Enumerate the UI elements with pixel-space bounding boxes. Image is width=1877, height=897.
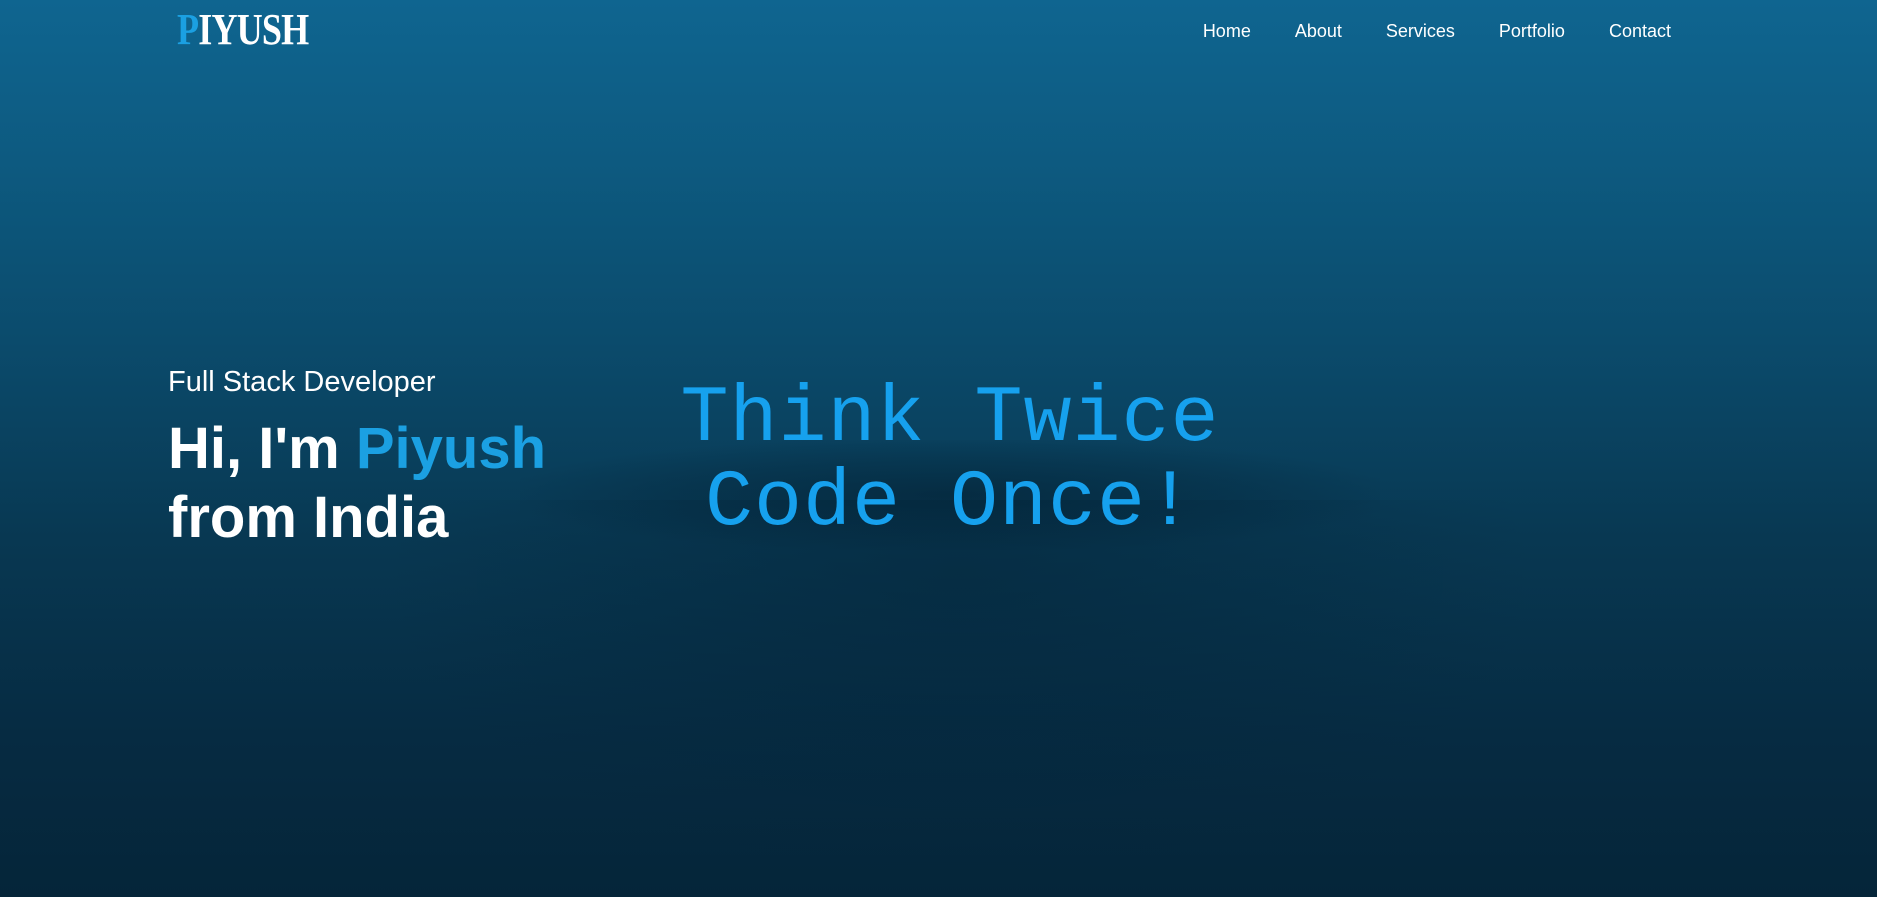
hero-greeting: Hi, I'm bbox=[168, 416, 340, 481]
logo-first-letter: P bbox=[177, 5, 199, 54]
tagline: Think Twice Code Once! bbox=[640, 378, 1260, 546]
logo[interactable]: PIYUSH bbox=[177, 5, 309, 54]
hero-location: from India bbox=[168, 485, 449, 550]
nav-link-home[interactable]: Home bbox=[1203, 20, 1251, 42]
navbar: PIYUSH Home About Services Portfolio Con… bbox=[0, 0, 1877, 60]
tagline-line-1: Think Twice bbox=[680, 374, 1220, 465]
tagline-line-2: Code Once! bbox=[704, 458, 1196, 549]
nav-menu: Home About Services Portfolio Contact bbox=[1203, 20, 1671, 42]
hero-name: Piyush bbox=[355, 416, 547, 481]
background-glow bbox=[380, 500, 1540, 880]
hero-subtitle: Full Stack Developer bbox=[168, 366, 436, 398]
nav-link-services[interactable]: Services bbox=[1386, 20, 1455, 42]
hero-section: Full Stack Developer Hi, I'm Piyush from… bbox=[168, 364, 688, 552]
logo-rest: IYUSH bbox=[198, 5, 309, 54]
hero-headline: Hi, I'm Piyush from India bbox=[168, 414, 688, 552]
nav-link-contact[interactable]: Contact bbox=[1609, 20, 1671, 42]
nav-link-portfolio[interactable]: Portfolio bbox=[1499, 20, 1565, 42]
nav-link-about[interactable]: About bbox=[1295, 20, 1342, 42]
